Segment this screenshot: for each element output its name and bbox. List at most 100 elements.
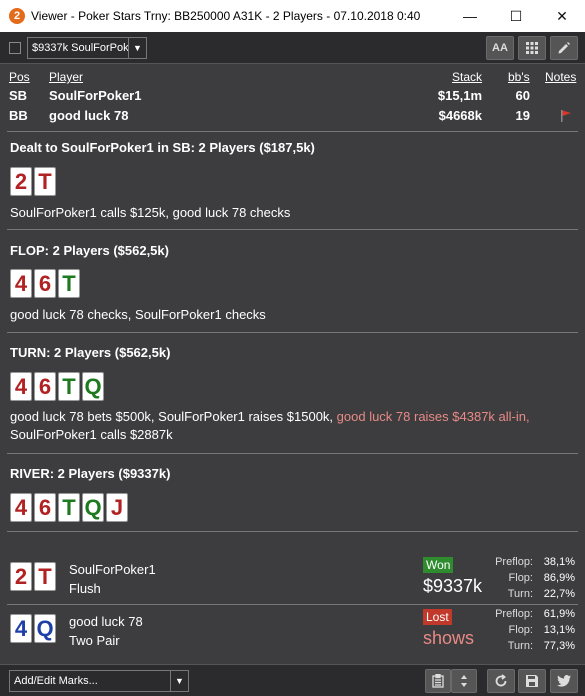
refresh-icon (495, 674, 507, 687)
updown-button[interactable] (451, 669, 477, 693)
chevron-down-icon[interactable]: ▼ (128, 38, 146, 58)
player-row-2-pos: BB (9, 108, 28, 123)
updown-icon (461, 675, 467, 687)
stat-value: 38,1% (543, 556, 575, 568)
card: T (58, 372, 80, 401)
twitter-button[interactable] (550, 669, 578, 693)
card: T (34, 167, 56, 196)
card: 6 (34, 493, 56, 522)
header-stack[interactable]: Stack (452, 70, 482, 84)
bottom-toolbar: Add/Edit Marks... ▼ (0, 664, 585, 696)
result-player-name: SoulForPoker1 (69, 562, 156, 577)
card: Q (82, 372, 104, 401)
card: T (58, 493, 80, 522)
window-title: Viewer - Poker Stars Trny: BB250000 A31K… (31, 9, 421, 23)
result-cards: 4 Q (10, 614, 56, 643)
edit-button[interactable] (550, 36, 578, 60)
divider (7, 531, 578, 532)
pencil-icon (558, 42, 570, 54)
preflop-title: Dealt to SoulForPoker1 in SB: 2 Players … (10, 140, 315, 155)
stat-label: Flop: (508, 624, 533, 636)
turn-action-text: good luck 78 bets $500k, SoulForPoker1 r… (10, 409, 337, 424)
divider (7, 131, 578, 132)
river-title: RIVER: 2 Players ($9337k) (10, 466, 171, 481)
player-row-1-stack: $15,1m (437, 88, 482, 103)
grid-button[interactable] (518, 36, 546, 60)
stat-value: 13,1% (543, 624, 575, 636)
hand-select[interactable]: $9337k SoulForPoke ▼ (27, 37, 147, 59)
card: T (58, 269, 80, 298)
save-button[interactable] (518, 669, 546, 693)
close-button[interactable]: ✕ (539, 0, 585, 32)
stat-label: Preflop: (495, 608, 533, 620)
card: 4 (10, 372, 32, 401)
result-amount: shows (423, 628, 475, 648)
player-row-2-stack: $4668k (438, 108, 482, 123)
stat-label: Turn: (507, 640, 533, 652)
grid-icon (526, 42, 538, 54)
stat-label: Preflop: (495, 556, 533, 568)
turn-action-allin: good luck 78 raises $4387k all-in, (336, 409, 530, 424)
maximize-button[interactable]: ☐ (493, 0, 539, 32)
equity-stats: Preflop: 61,9% Flop: 13,1% Turn: 77,3% (475, 606, 575, 654)
header-bbs[interactable]: bb's (508, 70, 530, 84)
app-icon: 2 (9, 8, 25, 24)
window-titlebar: 2 Viewer - Poker Stars Trny: BB250000 A3… (0, 0, 585, 32)
card: 2 (10, 562, 32, 591)
player-row-2-bbs: 19 (515, 108, 530, 123)
clipboard-icon (432, 674, 444, 688)
player-row-1-bbs: 60 (515, 88, 530, 103)
flop-cards: 4 6 T (10, 269, 80, 298)
result-row: 2 T SoulForPoker1 Flush Won $9337k Prefl… (5, 554, 580, 604)
header-notes[interactable]: Notes (545, 70, 576, 84)
preflop-cards: 2 T (10, 167, 56, 196)
result-hand: Flush (69, 581, 101, 596)
divider (7, 332, 578, 333)
card: 4 (10, 269, 32, 298)
card: 6 (34, 269, 56, 298)
stat-value: 61,9% (543, 608, 575, 620)
hand-checkbox[interactable] (9, 42, 21, 54)
card: Q (82, 493, 104, 522)
note-flag-icon[interactable] (560, 110, 572, 122)
card: J (106, 493, 128, 522)
header-player[interactable]: Player (49, 70, 83, 84)
result-row: 4 Q good luck 78 Two Pair Lost shows Pre… (5, 606, 580, 656)
clipboard-button[interactable] (425, 669, 451, 693)
result-player-name: good luck 78 (69, 614, 143, 629)
toolbar: $9337k SoulForPoke ▼ AA (0, 32, 585, 64)
card: 6 (34, 372, 56, 401)
divider (7, 453, 578, 454)
divider (7, 604, 578, 605)
chevron-down-icon[interactable]: ▼ (170, 671, 188, 691)
hand-select-value: $9337k SoulForPoke (32, 42, 128, 54)
flop-action: good luck 78 checks, SoulForPoker1 check… (10, 307, 266, 322)
card: Q (34, 614, 56, 643)
stat-value: 77,3% (543, 640, 575, 652)
player-row-2-name[interactable]: good luck 78 (49, 108, 128, 123)
result-hand: Two Pair (69, 633, 120, 648)
result-cards: 2 T (10, 562, 56, 591)
header-pos[interactable]: Pos (9, 70, 30, 84)
card: 4 (10, 614, 32, 643)
card: 2 (10, 167, 32, 196)
stat-label: Turn: (507, 588, 533, 600)
refresh-button[interactable] (487, 669, 515, 693)
river-cards: 4 6 T Q J (10, 493, 128, 522)
font-size-button[interactable]: AA (486, 36, 514, 60)
save-icon (526, 675, 538, 687)
turn-action-call: SoulForPoker1 calls $2887k (10, 427, 173, 442)
equity-stats: Preflop: 38,1% Flop: 86,9% Turn: 22,7% (475, 554, 575, 602)
minimize-button[interactable]: — (447, 0, 493, 32)
card: T (34, 562, 56, 591)
won-badge: Won (423, 557, 454, 573)
card: 4 (10, 493, 32, 522)
stat-value: 86,9% (543, 572, 575, 584)
preflop-action: SoulForPoker1 calls $125k, good luck 78 … (10, 205, 291, 220)
marks-select-value: Add/Edit Marks... (14, 675, 98, 687)
result-amount: $9337k (423, 576, 483, 596)
player-row-1-name[interactable]: SoulForPoker1 (49, 88, 141, 103)
marks-select[interactable]: Add/Edit Marks... ▼ (9, 670, 189, 692)
font-size-label: AA (492, 42, 508, 54)
flop-title: FLOP: 2 Players ($562,5k) (10, 243, 169, 258)
